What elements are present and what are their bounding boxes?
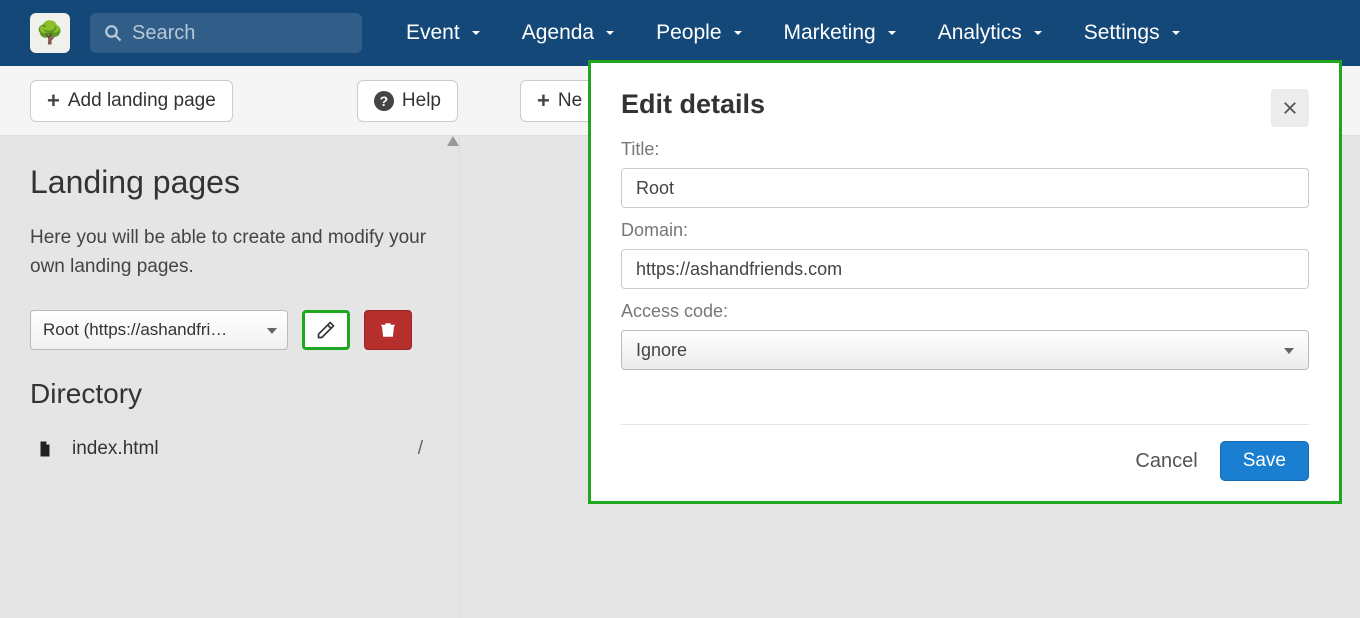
chevron-down-icon	[1168, 25, 1184, 41]
domain-label: Domain:	[621, 220, 1309, 241]
help-button[interactable]: ? Help	[357, 80, 458, 122]
edit-icon	[316, 320, 336, 340]
nav-settings[interactable]: Settings	[1084, 21, 1184, 45]
add-landing-page-label: Add landing page	[68, 90, 216, 112]
plus-icon: +	[537, 88, 550, 114]
edit-button[interactable]	[302, 310, 350, 350]
search-box[interactable]	[90, 13, 362, 53]
help-icon: ?	[374, 91, 394, 111]
delete-button[interactable]	[364, 310, 412, 350]
search-icon	[104, 24, 122, 42]
access-code-label: Access code:	[621, 301, 1309, 322]
nav-marketing[interactable]: Marketing	[784, 21, 900, 45]
close-icon	[1281, 99, 1299, 117]
search-input[interactable]	[132, 22, 348, 45]
file-path: /	[418, 438, 423, 460]
new-label: Ne	[558, 90, 582, 112]
chevron-down-icon	[1030, 25, 1046, 41]
save-button[interactable]: Save	[1220, 441, 1309, 481]
add-landing-page-button[interactable]: + Add landing page	[30, 80, 233, 122]
nav-menu: Event Agenda People Marketing Analytics …	[406, 21, 1184, 45]
chevron-down-icon	[884, 25, 900, 41]
nav-agenda[interactable]: Agenda	[522, 21, 618, 45]
divider	[621, 424, 1309, 425]
domain-input[interactable]	[621, 249, 1309, 289]
file-icon	[36, 438, 54, 460]
directory-title: Directory	[30, 378, 429, 410]
file-name: index.html	[72, 438, 159, 460]
chevron-down-icon	[468, 25, 484, 41]
modal-title: Edit details	[621, 89, 765, 120]
access-code-select[interactable]: Ignore	[621, 330, 1309, 370]
title-input[interactable]	[621, 168, 1309, 208]
landing-page-select[interactable]: Root (https://ashandfri…	[30, 310, 288, 350]
landing-page-controls: Root (https://ashandfri…	[30, 310, 429, 350]
left-panel: Landing pages Here you will be able to c…	[0, 136, 460, 618]
file-row[interactable]: index.html /	[30, 428, 429, 470]
plus-icon: +	[47, 88, 60, 114]
chevron-down-icon	[602, 25, 618, 41]
page-title: Landing pages	[30, 164, 429, 201]
scroll-up-icon[interactable]	[449, 136, 459, 152]
cancel-button[interactable]: Cancel	[1135, 450, 1197, 473]
top-nav: 🌳 Event Agenda People Marketing Analytic…	[0, 0, 1360, 66]
page-description: Here you will be able to create and modi…	[30, 223, 429, 282]
trash-icon	[379, 320, 397, 340]
app-logo[interactable]: 🌳	[30, 13, 70, 53]
close-button[interactable]	[1271, 89, 1309, 127]
help-label: Help	[402, 90, 441, 112]
edit-details-modal: Edit details Title: Domain: Access code:…	[588, 60, 1342, 504]
chevron-down-icon	[730, 25, 746, 41]
nav-event[interactable]: Event	[406, 21, 484, 45]
nav-analytics[interactable]: Analytics	[938, 21, 1046, 45]
title-label: Title:	[621, 139, 1309, 160]
nav-people[interactable]: People	[656, 21, 745, 45]
